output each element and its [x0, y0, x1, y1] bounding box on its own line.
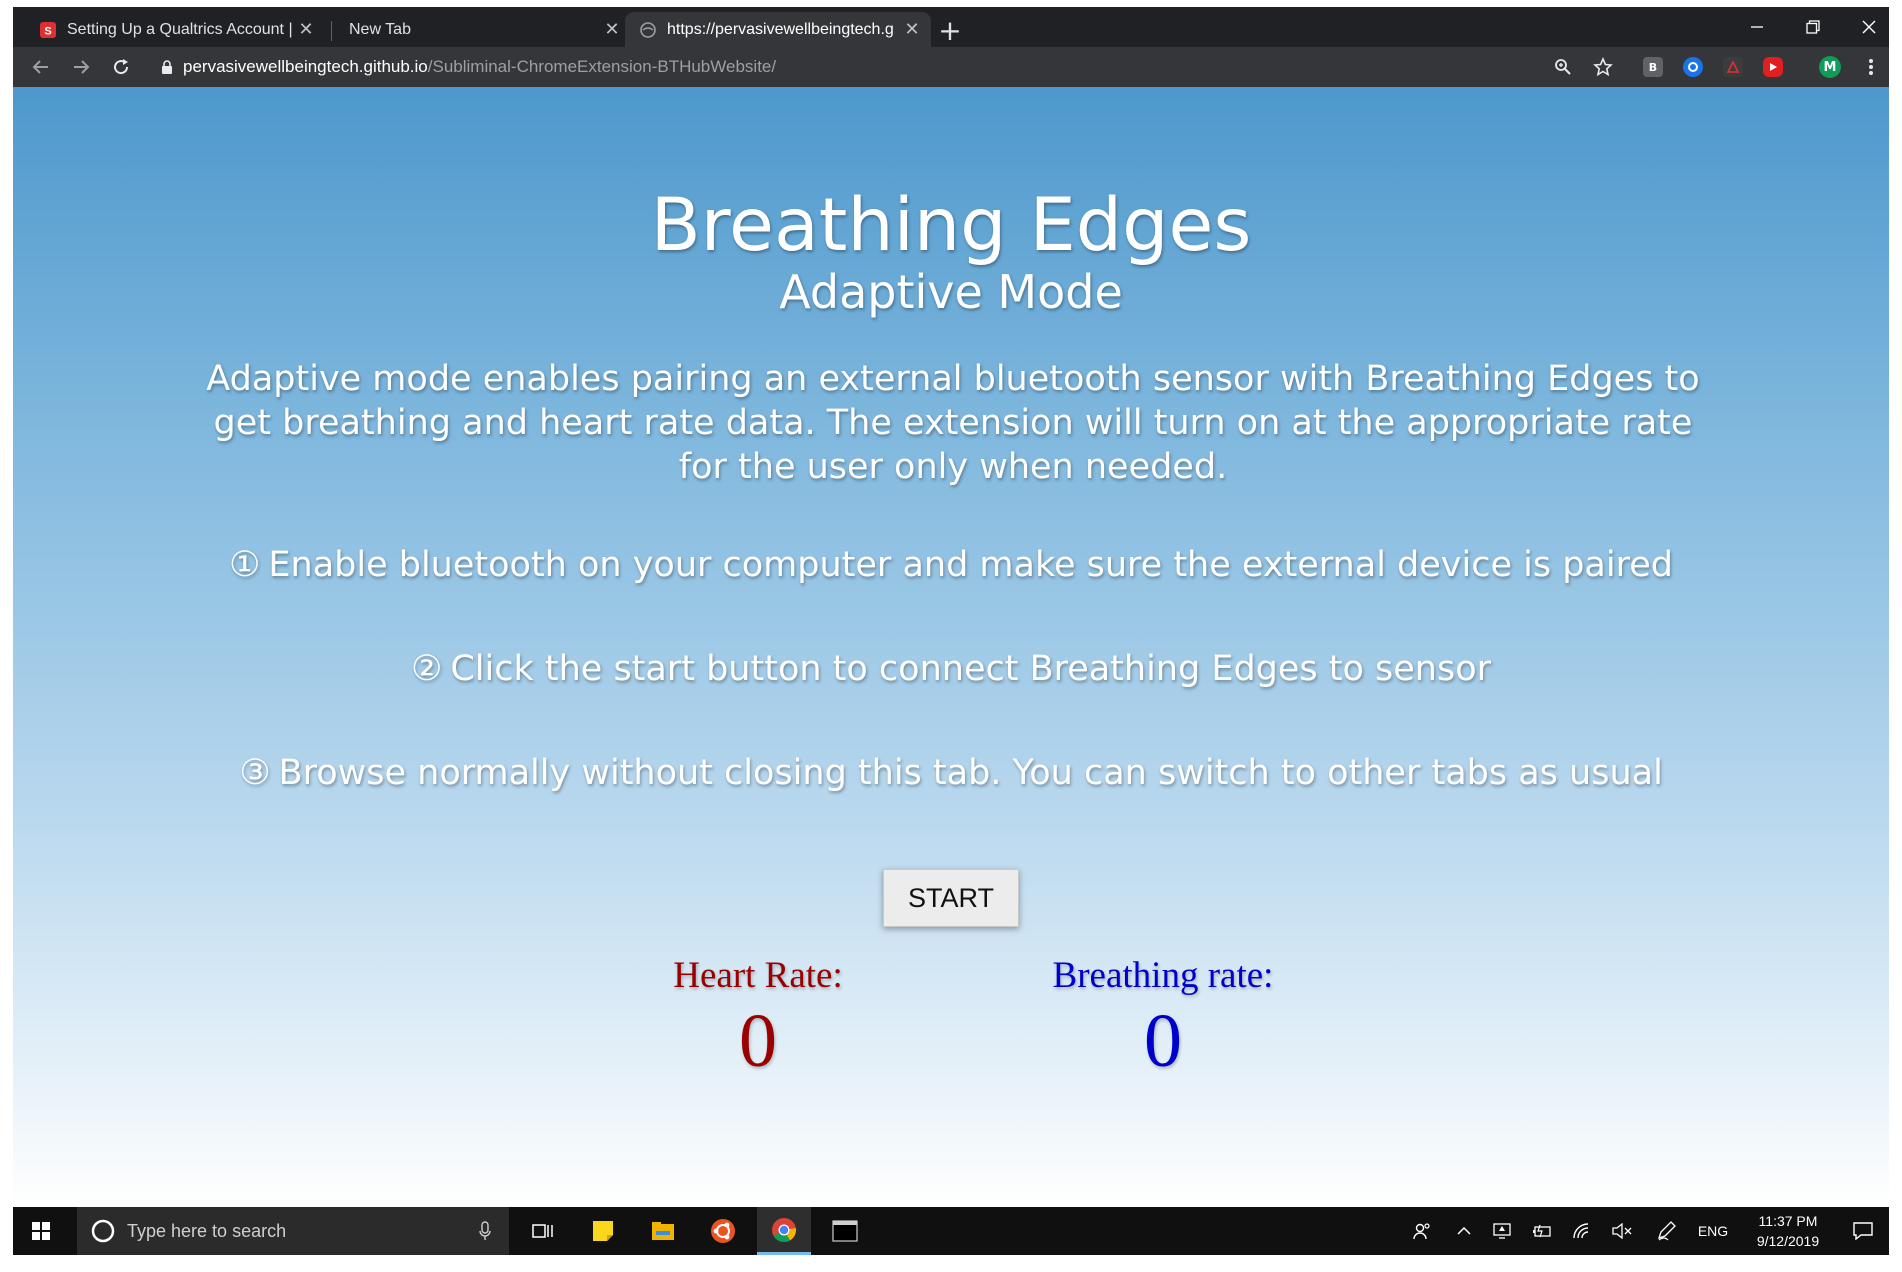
tab-qualtrics[interactable]: S Setting Up a Qualtrics Account | ✕	[25, 12, 325, 47]
step-text: Enable bluetooth on your computer and ma…	[268, 545, 1673, 585]
pdf-extension-icon[interactable]	[1723, 57, 1743, 77]
url-path: /Subliminal-ChromeExtension-BTHubWebsite…	[427, 57, 777, 76]
windows-taskbar: Type here to search ENG 11:37 PM 9/12/20…	[13, 1207, 1889, 1255]
language-indicator[interactable]: ENG	[1691, 1207, 1735, 1255]
pen-icon[interactable]	[1651, 1207, 1681, 1255]
system-clock[interactable]: 11:37 PM 9/12/2019	[1743, 1211, 1833, 1251]
ubuntu-icon[interactable]	[699, 1207, 747, 1255]
back-arrow-icon[interactable]	[25, 51, 57, 83]
address-bar[interactable]: pervasivewellbeingtech.github.io/Sublimi…	[161, 49, 1551, 85]
sticky-notes-icon[interactable]	[579, 1207, 627, 1255]
url-host: pervasivewellbeingtech.github.io	[183, 57, 428, 76]
page-description: Adaptive mode enables pairing an externa…	[206, 359, 1700, 487]
extension-blue-circle-icon[interactable]	[1683, 57, 1703, 77]
svg-text:S: S	[44, 25, 51, 37]
browser-toolbar: pervasivewellbeingtech.github.io/Sublimi…	[13, 47, 1889, 87]
close-window-icon[interactable]	[1841, 7, 1889, 47]
step-1: ① Enable bluetooth on your computer and m…	[13, 543, 1889, 587]
minimize-icon[interactable]	[1729, 7, 1785, 47]
tab-title: Setting Up a Qualtrics Account |	[67, 20, 293, 38]
zoom-icon[interactable]	[1547, 51, 1579, 83]
breathing-rate-display: Breathing rate: 0	[993, 954, 1333, 1084]
heart-rate-value: 0	[739, 999, 777, 1083]
youtube-extension-icon[interactable]	[1763, 57, 1783, 77]
windows-start-icon[interactable]	[13, 1207, 69, 1255]
clock-time: 11:37 PM	[1758, 1213, 1818, 1229]
forward-arrow-icon[interactable]	[65, 51, 97, 83]
tab-new-tab[interactable]: New Tab ✕	[335, 12, 631, 47]
breathing-rate-label: Breathing rate:	[1052, 955, 1274, 996]
file-explorer-icon[interactable]	[639, 1207, 687, 1255]
profile-avatar[interactable]: M	[1819, 56, 1841, 78]
bookmark-star-icon[interactable]	[1587, 51, 1619, 83]
step-2: ② Click the start button to connect Breat…	[13, 647, 1889, 691]
restore-icon[interactable]	[1785, 7, 1841, 47]
heart-rate-label: Heart Rate:	[673, 955, 843, 996]
heart-rate-display: Heart Rate: 0	[623, 954, 893, 1084]
reload-icon[interactable]	[105, 51, 137, 83]
qualtrics-icon: S	[39, 21, 57, 39]
tab-strip: S Setting Up a Qualtrics Account | ✕ New…	[13, 7, 1889, 47]
display-tray-icon[interactable]	[1487, 1207, 1517, 1255]
close-tab-icon[interactable]: ✕	[599, 19, 625, 40]
tab-divider	[331, 21, 332, 41]
browser-window: S Setting Up a Qualtrics Account | ✕ New…	[13, 7, 1889, 1255]
task-view-icon[interactable]	[519, 1207, 567, 1255]
new-tab-button[interactable]: +	[933, 13, 967, 47]
search-placeholder: Type here to search	[127, 1220, 287, 1241]
taskbar-search-box[interactable]: Type here to search	[77, 1207, 509, 1255]
close-tab-icon[interactable]: ✕	[293, 19, 319, 40]
tab-title: https://pervasivewellbeingtech.g	[667, 20, 894, 38]
start-button[interactable]: START	[883, 869, 1019, 927]
step-text: Browse normally without closing this tab…	[278, 753, 1663, 793]
globe-icon	[639, 21, 657, 39]
clock-date: 9/12/2019	[1756, 1233, 1820, 1249]
close-tab-icon[interactable]: ✕	[899, 19, 925, 40]
notification-icon[interactable]	[1843, 1207, 1883, 1255]
chrome-taskbar-icon[interactable]	[757, 1207, 811, 1255]
cortana-circle-icon	[91, 1219, 115, 1243]
step-number: ③	[239, 753, 271, 793]
step-text: Click the start button to connect Breath…	[450, 649, 1492, 689]
tab-title: New Tab	[349, 20, 411, 38]
menu-kebab-icon[interactable]	[1855, 51, 1887, 83]
speaker-muted-icon[interactable]	[1607, 1207, 1637, 1255]
step-number: ②	[410, 649, 443, 689]
tab-pervasive[interactable]: https://pervasivewellbeingtech.g ✕	[625, 12, 931, 47]
lock-icon	[161, 60, 173, 74]
people-icon[interactable]	[1405, 1207, 1439, 1255]
wifi-icon[interactable]	[1567, 1207, 1597, 1255]
step-3: ③ Browse normally without closing this ta…	[13, 751, 1889, 795]
page-subtitle: Adaptive Mode	[779, 265, 1123, 319]
terminal-icon[interactable]	[821, 1207, 869, 1255]
page-content: Breathing Edges Adaptive Mode Adaptive m…	[13, 87, 1889, 1207]
microphone-icon[interactable]	[479, 1221, 491, 1241]
extension-b-icon[interactable]: B	[1643, 57, 1663, 77]
breathing-rate-value: 0	[1144, 999, 1182, 1083]
step-number: ①	[229, 545, 261, 585]
page-title: Breathing Edges	[650, 183, 1252, 268]
battery-icon[interactable]	[1527, 1207, 1557, 1255]
chevron-up-icon[interactable]	[1449, 1207, 1479, 1255]
